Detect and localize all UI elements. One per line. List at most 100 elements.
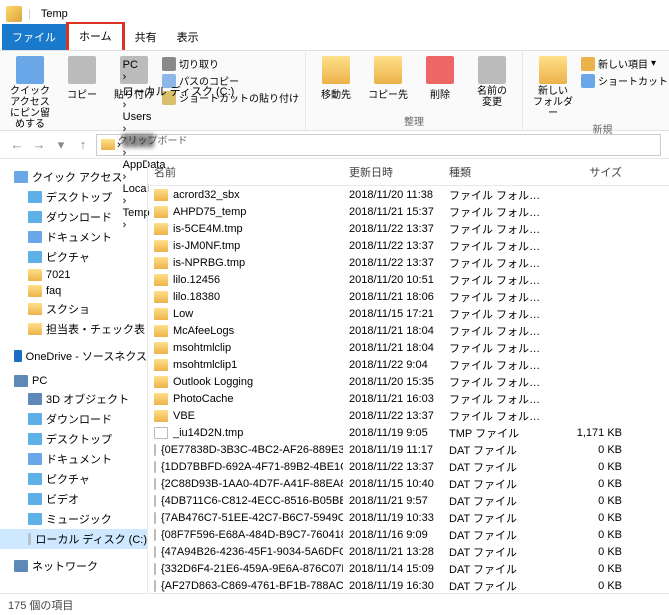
tab-view[interactable]: 表示	[167, 24, 209, 50]
nav-item[interactable]: 3D オブジェクト	[0, 389, 147, 409]
nav-icon	[28, 231, 42, 243]
nav-icon	[28, 285, 42, 297]
group-organize-label: 整理	[312, 111, 516, 130]
qat-sep: |	[28, 8, 31, 20]
file-row[interactable]: {08F7F596-E68A-484D-B9C7-76041831E4...20…	[148, 526, 669, 543]
nav-item[interactable]: 担当表・チェック表	[0, 319, 147, 339]
file-row[interactable]: {0E77838D-3B3C-4BC2-AF26-889E341EA3...20…	[148, 441, 669, 458]
nav-recent-button[interactable]: ▾	[52, 136, 70, 154]
nav-onedrive[interactable]: OneDrive - ソースネクス	[0, 346, 147, 366]
nav-up-button[interactable]: ↑	[74, 136, 92, 154]
file-row[interactable]: acrord32_sbx2018/11/20 11:38ファイル フォルダー	[148, 186, 669, 203]
breadcrumb-item[interactable]: ████	[123, 135, 235, 147]
nav-item[interactable]: ピクチャ	[0, 469, 147, 489]
file-row[interactable]: AHPD75_temp2018/11/21 15:37ファイル フォルダー	[148, 203, 669, 220]
file-row[interactable]: is-5CE4M.tmp2018/11/22 13:37ファイル フォルダー	[148, 220, 669, 237]
nav-item[interactable]: ミュージック	[0, 509, 147, 529]
breadcrumb-item[interactable]: ローカル ディスク (C:)	[123, 83, 235, 99]
nav-item[interactable]: faq	[0, 283, 147, 299]
file-row[interactable]: {2C88D93B-1AA0-4D7F-A41F-88EA86B78...201…	[148, 475, 669, 492]
nav-quick-access[interactable]: クイック アクセス	[0, 167, 147, 187]
file-row[interactable]: msohtmlclip12018/11/22 9:04ファイル フォルダー	[148, 356, 669, 373]
new-folder-button[interactable]: 新しい フォルダー	[529, 54, 577, 119]
file-icon	[154, 563, 156, 575]
file-row[interactable]: {7AB476C7-51EE-42C7-B6C7-5949C5E333...20…	[148, 509, 669, 526]
file-row[interactable]: msohtmlclip2018/11/21 18:04ファイル フォルダー	[148, 339, 669, 356]
file-icon	[154, 461, 156, 473]
ribbon: クイック アクセス にピン留めする コピー 貼り付け 切り取り パスのコピー シ…	[0, 51, 669, 131]
nav-icon	[28, 493, 42, 505]
file-icon	[154, 529, 156, 541]
file-row[interactable]: {47A94B26-4236-45F1-9034-5A6DFC8BA...201…	[148, 543, 669, 560]
window-title: Temp	[41, 8, 68, 20]
file-row[interactable]: is-JM0NF.tmp2018/11/22 13:37ファイル フォルダー	[148, 237, 669, 254]
col-name[interactable]: 名前	[148, 159, 343, 185]
file-row[interactable]: {4DB711C6-C812-4ECC-8516-B05BBA824...201…	[148, 492, 669, 509]
file-icon	[154, 512, 156, 524]
nav-item[interactable]: ローカル ディスク (C:)	[0, 529, 147, 549]
nav-icon	[28, 323, 42, 335]
copy-to-button[interactable]: コピー先	[364, 54, 412, 101]
status-bar: 175 個の項目	[0, 593, 669, 615]
file-row[interactable]: _iu14D2N.tmp2018/11/19 9:05TMP ファイル1,171…	[148, 424, 669, 441]
file-row[interactable]: Outlook Logging2018/11/20 15:35ファイル フォルダ…	[148, 373, 669, 390]
nav-forward-button[interactable]: →	[30, 136, 48, 154]
tab-share[interactable]: 共有	[125, 24, 167, 50]
move-to-button[interactable]: 移動先	[312, 54, 360, 101]
file-row[interactable]: {1DD7BBFD-692A-4F71-89B2-4BE1C38CF...201…	[148, 458, 669, 475]
folder-icon	[154, 342, 168, 354]
col-type[interactable]: 種類	[443, 159, 548, 185]
nav-item[interactable]: デスクトップ	[0, 187, 147, 207]
pin-quickaccess-button[interactable]: クイック アクセス にピン留めする	[6, 54, 54, 130]
folder-icon	[154, 359, 168, 371]
file-icon	[154, 478, 156, 490]
folder-icon	[154, 257, 168, 269]
nav-icon	[28, 473, 42, 485]
folder-icon	[154, 393, 168, 405]
new-shortcut-button[interactable]: ショートカット ▾	[581, 73, 669, 88]
nav-item[interactable]: スクショ	[0, 299, 147, 319]
address-bar-row: ← → ▾ ↑ › PC › ローカル ディスク (C:) › Users › …	[0, 131, 669, 159]
nav-icon	[28, 453, 42, 465]
breadcrumb-item[interactable]: Users	[123, 111, 235, 123]
nav-item[interactable]: ドキュメント	[0, 449, 147, 469]
address-bar[interactable]: › PC › ローカル ディスク (C:) › Users › ████ › A…	[96, 134, 661, 156]
file-row[interactable]: {332D6F4-21E6-459A-9E6A-876C07B93B...201…	[148, 560, 669, 577]
nav-icon	[28, 191, 42, 203]
file-row[interactable]: is-NPRBG.tmp2018/11/22 13:37ファイル フォルダー	[148, 254, 669, 271]
nav-item[interactable]: ピクチャ	[0, 247, 147, 267]
file-icon	[154, 495, 156, 507]
nav-item[interactable]: ダウンロード	[0, 207, 147, 227]
nav-item[interactable]: ダウンロード	[0, 409, 147, 429]
column-headers: 名前 更新日時 種類 サイズ	[148, 159, 669, 186]
file-row[interactable]: Low2018/11/15 17:21ファイル フォルダー	[148, 305, 669, 322]
nav-item[interactable]: ビデオ	[0, 489, 147, 509]
folder-icon	[6, 6, 22, 22]
file-row[interactable]: PhotoCache2018/11/21 16:03ファイル フォルダー	[148, 390, 669, 407]
nav-icon	[28, 533, 31, 545]
nav-back-button[interactable]: ←	[8, 136, 26, 154]
file-row[interactable]: VBE2018/11/22 13:37ファイル フォルダー	[148, 407, 669, 424]
file-row[interactable]: lilo.183802018/11/21 18:06ファイル フォルダー	[148, 288, 669, 305]
file-row[interactable]: lilo.124562018/11/20 10:51ファイル フォルダー	[148, 271, 669, 288]
nav-item[interactable]: デスクトップ	[0, 429, 147, 449]
nav-network[interactable]: ネットワーク	[0, 556, 147, 576]
col-date[interactable]: 更新日時	[343, 159, 443, 185]
nav-item[interactable]: ドキュメント	[0, 227, 147, 247]
rename-button[interactable]: 名前の 変更	[468, 54, 516, 108]
delete-button[interactable]: 削除	[416, 54, 464, 101]
nav-icon	[28, 269, 42, 281]
nav-pc[interactable]: PC	[0, 373, 147, 389]
folder-icon	[154, 410, 168, 422]
nav-item[interactable]: 7021	[0, 267, 147, 283]
folder-icon	[101, 139, 115, 150]
file-row[interactable]: {AF27D863-C869-4761-BF1B-788AC68AB1...20…	[148, 577, 669, 593]
nav-icon	[28, 413, 42, 425]
col-size[interactable]: サイズ	[548, 159, 628, 185]
breadcrumb-item[interactable]: PC	[123, 59, 235, 71]
new-item-button[interactable]: 新しい項目 ▾	[581, 56, 669, 71]
tab-file[interactable]: ファイル	[2, 24, 66, 50]
copy-button[interactable]: コピー	[58, 54, 106, 101]
tab-home[interactable]: ホーム	[66, 22, 125, 50]
file-row[interactable]: McAfeeLogs2018/11/21 18:04ファイル フォルダー	[148, 322, 669, 339]
